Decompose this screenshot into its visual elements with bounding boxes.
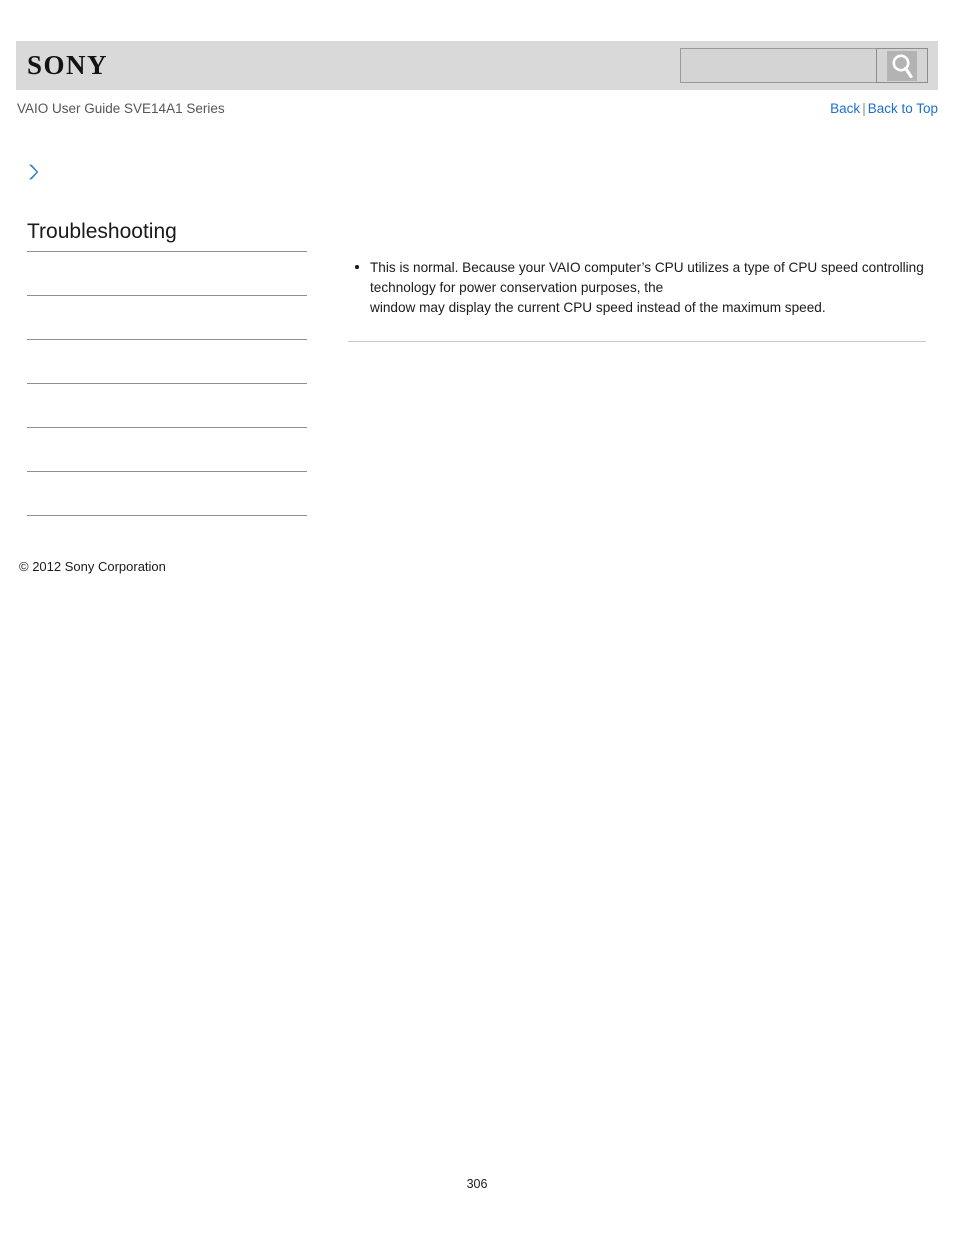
sidebar-item[interactable]	[27, 340, 307, 384]
sidebar-item[interactable]	[27, 472, 307, 516]
sidebar-title: Troubleshooting	[27, 219, 307, 252]
back-to-top-link[interactable]: Back to Top	[868, 101, 938, 116]
main-content: This is normal. Because your VAIO comput…	[348, 258, 926, 318]
sub-header: VAIO User Guide SVE14A1 Series Back | Back…	[16, 101, 938, 121]
bullet-icon	[355, 265, 359, 269]
back-link[interactable]: Back	[830, 101, 860, 116]
search-button[interactable]	[876, 48, 928, 83]
copyright-notice: © 2012 Sony Corporation	[19, 559, 166, 574]
breadcrumb	[26, 163, 42, 185]
page-number: 306	[466, 1177, 488, 1191]
sony-logo: SONY	[27, 50, 109, 80]
sidebar-item[interactable]	[27, 252, 307, 296]
header-nav-links: Back | Back to Top	[830, 101, 938, 116]
link-separator: |	[862, 101, 866, 116]
search-area	[680, 48, 928, 83]
list-item-text: This is normal. Because your VAIO comput…	[370, 260, 924, 315]
site-header: SONY	[16, 41, 938, 90]
sidebar-item[interactable]	[27, 428, 307, 472]
sidebar-item[interactable]	[27, 296, 307, 340]
search-icon	[887, 50, 917, 81]
chevron-right-icon	[26, 163, 42, 186]
sidebar-item[interactable]	[27, 384, 307, 428]
content-divider	[348, 341, 926, 342]
answer-bullet-list: This is normal. Because your VAIO comput…	[348, 258, 926, 318]
guide-title: VAIO User Guide SVE14A1 Series	[17, 101, 225, 116]
sidebar: Troubleshooting	[27, 219, 307, 516]
list-item: This is normal. Because your VAIO comput…	[355, 258, 926, 318]
search-input[interactable]	[680, 48, 876, 83]
